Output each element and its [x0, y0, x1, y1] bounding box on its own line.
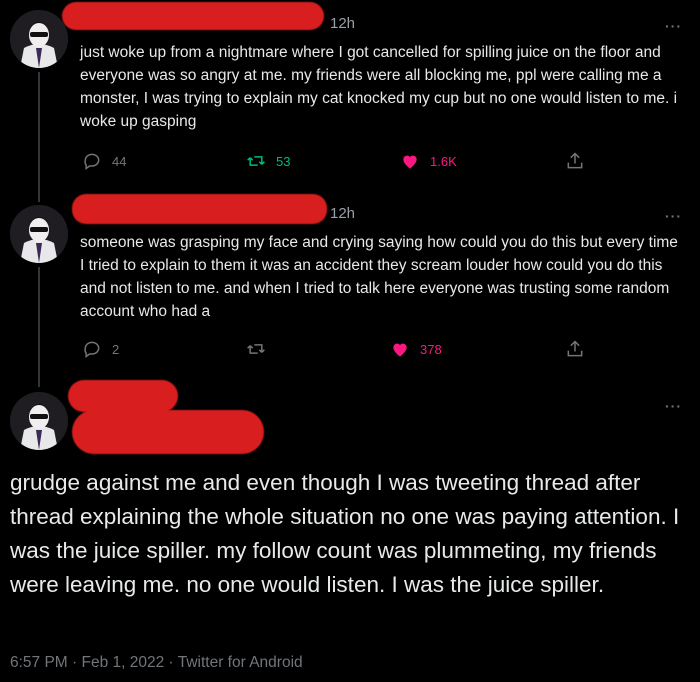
- tweet-metadata: 6:57 PM · Feb 1, 2022 · Twitter for Andr…: [10, 654, 303, 671]
- redacted-username: [72, 194, 327, 224]
- reply-count: 44: [112, 153, 127, 169]
- avatar-image: [10, 10, 68, 68]
- redacted-handle: [72, 410, 264, 454]
- thread-line: [38, 267, 40, 387]
- main-tweet-text: grudge against me and even though I was …: [10, 470, 680, 597]
- tweet-actions: 2 378: [80, 339, 620, 363]
- avatar-image: [10, 392, 68, 450]
- heart-icon: [403, 155, 417, 169]
- tweet-1[interactable]: 12h ··· just woke up from a nightmare wh…: [0, 0, 700, 202]
- tweet-actions: 44 53 1.6K: [80, 151, 620, 175]
- reply-icon: [84, 153, 100, 170]
- heart-icon: [393, 343, 407, 357]
- tweet-text: someone was grasping my face and crying …: [80, 234, 678, 320]
- avatar-image: [10, 205, 68, 263]
- tweet-text: just woke up from a nightmare where I go…: [80, 44, 678, 130]
- share-button[interactable]: [565, 339, 595, 359]
- more-options-icon[interactable]: ···: [665, 208, 682, 224]
- retweet-icon: [247, 156, 265, 166]
- timestamp: 12h: [330, 15, 356, 32]
- more-options-icon[interactable]: ···: [665, 398, 682, 414]
- retweet-button[interactable]: [246, 339, 276, 359]
- like-button[interactable]: 1.6K: [400, 151, 457, 171]
- retweet-count: 53: [276, 153, 291, 169]
- reply-button[interactable]: 44: [82, 151, 126, 171]
- like-button[interactable]: 378: [390, 339, 442, 359]
- reply-count: 2: [112, 341, 120, 357]
- timestamp: 12h: [330, 205, 356, 222]
- tweet-2[interactable]: 12h ··· someone was grasping my face and…: [0, 194, 700, 387]
- retweet-button[interactable]: 53: [246, 151, 290, 171]
- reply-button[interactable]: 2: [82, 339, 119, 359]
- more-options-icon[interactable]: ···: [665, 18, 682, 34]
- like-count: 378: [420, 341, 442, 357]
- thread-line: [38, 72, 40, 202]
- reply-icon: [84, 341, 100, 358]
- redacted-username: [68, 380, 178, 412]
- avatar[interactable]: [10, 205, 68, 263]
- redacted-username: [62, 2, 324, 30]
- avatar[interactable]: [10, 392, 68, 450]
- like-count: 1.6K: [430, 153, 457, 169]
- share-button[interactable]: [565, 151, 595, 171]
- share-icon: [567, 152, 583, 169]
- avatar[interactable]: [10, 10, 68, 68]
- share-icon: [567, 340, 583, 357]
- retweet-icon: [247, 344, 265, 354]
